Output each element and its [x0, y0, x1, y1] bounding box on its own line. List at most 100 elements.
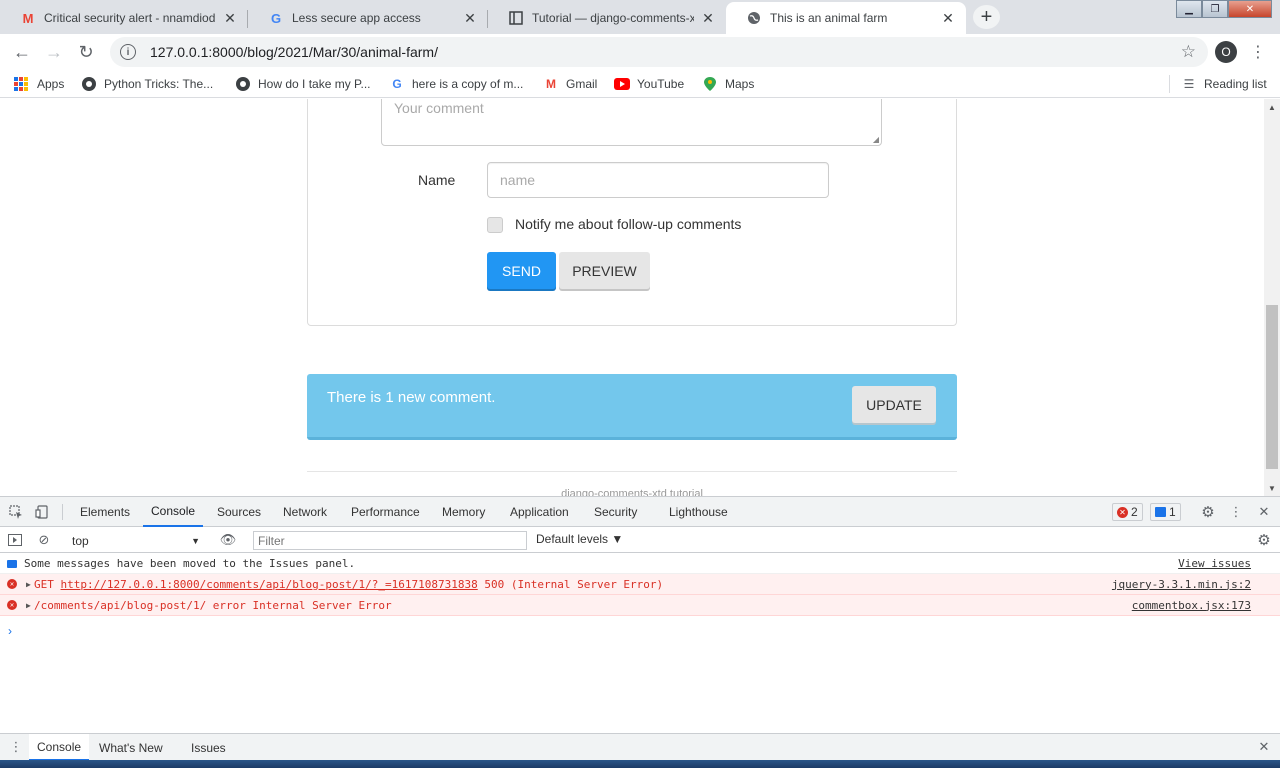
- eye-icon[interactable]: 👁: [220, 532, 237, 548]
- reading-list[interactable]: ☰ Reading list: [1181, 75, 1267, 93]
- browser-menu-icon[interactable]: ⋮: [1248, 42, 1268, 62]
- tab-gmail[interactable]: M Critical security alert - nnamdiod ✕: [0, 2, 248, 34]
- inspect-element-icon[interactable]: [8, 504, 24, 520]
- footer-divider: [307, 471, 957, 472]
- scroll-down-icon[interactable]: ▼: [1268, 484, 1276, 493]
- devtools-tab-lighthouse[interactable]: Lighthouse: [669, 497, 728, 527]
- close-icon[interactable]: ✕: [222, 10, 238, 26]
- update-button[interactable]: UPDATE: [852, 386, 936, 423]
- devtools-tab-performance[interactable]: Performance: [351, 497, 420, 527]
- devtools-tab-memory[interactable]: Memory: [442, 497, 485, 527]
- site-info-icon[interactable]: i: [120, 44, 136, 60]
- tab-title: Tutorial — django-comments-xtd: [532, 11, 694, 25]
- devtools-tab-sources[interactable]: Sources: [217, 497, 261, 527]
- drawer-close-icon[interactable]: ✕: [1256, 739, 1272, 755]
- close-icon[interactable]: ✕: [700, 10, 716, 26]
- devtools-tab-elements[interactable]: Elements: [80, 497, 130, 527]
- context-select[interactable]: top ▼: [72, 532, 204, 549]
- drawer-menu-icon[interactable]: ⋮: [8, 739, 24, 755]
- send-button[interactable]: SEND: [487, 252, 556, 289]
- bookmark-youtube[interactable]: YouTube: [614, 75, 684, 93]
- expand-arrow-icon[interactable]: ▶: [26, 580, 31, 589]
- console-settings-icon[interactable]: ⚙: [1256, 532, 1272, 549]
- settings-gear-icon[interactable]: ⚙: [1200, 504, 1216, 521]
- source-link[interactable]: jquery-3.3.1.min.js:2: [1112, 578, 1251, 591]
- back-arrow-icon[interactable]: ←: [10, 40, 34, 64]
- devtools-tab-application[interactable]: Application: [510, 497, 569, 527]
- message-count: 1: [1169, 505, 1176, 519]
- devtools-tab-security[interactable]: Security: [594, 497, 637, 527]
- message-count-badge[interactable]: 1: [1150, 503, 1181, 521]
- scrollbar-thumb[interactable]: [1266, 305, 1278, 469]
- comment-textarea[interactable]: Your comment ◢: [381, 99, 882, 146]
- tab-tutorial[interactable]: Tutorial — django-comments-xtd ✕: [488, 2, 726, 34]
- tab-strip: M Critical security alert - nnamdiod ✕ G…: [0, 0, 1280, 34]
- console-message-info: Some messages have been moved to the Iss…: [0, 554, 1280, 574]
- clear-console-icon[interactable]: ⊘: [36, 532, 52, 548]
- source-link[interactable]: commentbox.jsx:173: [1132, 599, 1251, 612]
- error-count: 2: [1131, 505, 1138, 519]
- name-label: Name: [418, 172, 456, 188]
- context-value: top: [72, 533, 89, 548]
- browser-toolbar: ← → ↻ i 127.0.0.1:8000/blog/2021/Mar/30/…: [0, 34, 1280, 70]
- alert-text: There is 1 new comment.: [327, 389, 496, 406]
- bookmark-maps[interactable]: Maps: [702, 75, 754, 93]
- bookmark-python-tricks[interactable]: Python Tricks: The...: [81, 75, 213, 93]
- new-tab-button[interactable]: +: [973, 5, 1000, 29]
- bookmark-copy[interactable]: G here is a copy of m...: [389, 75, 523, 93]
- url-text[interactable]: 127.0.0.1:8000/blog/2021/Mar/30/animal-f…: [150, 44, 1181, 60]
- request-url-link[interactable]: http://127.0.0.1:8000/comments/api/blog-…: [61, 578, 478, 591]
- maximize-icon[interactable]: ❐: [1202, 0, 1228, 18]
- forward-arrow-icon[interactable]: →: [42, 40, 66, 64]
- tab-animal-farm[interactable]: This is an animal farm ✕: [726, 2, 966, 34]
- request-method: GET: [34, 577, 54, 591]
- scroll-up-icon[interactable]: ▲: [1268, 103, 1276, 112]
- info-icon: [7, 560, 17, 568]
- window-close-icon[interactable]: ✕: [1228, 0, 1272, 18]
- maps-icon: [702, 76, 718, 92]
- reload-icon[interactable]: ↻: [74, 40, 98, 64]
- console-filter-input[interactable]: Filter: [253, 531, 527, 550]
- devtools-drawer: ⋮ Console What's New Issues ✕: [0, 733, 1280, 761]
- message-icon: [1155, 507, 1166, 517]
- bookmark-label: How do I take my P...: [258, 77, 371, 91]
- bookmark-label: Maps: [725, 77, 755, 91]
- preview-button[interactable]: PREVIEW: [559, 252, 650, 289]
- comment-placeholder: Your comment: [394, 100, 484, 116]
- default-levels-dropdown[interactable]: Default levels ▼: [536, 532, 623, 546]
- name-input[interactable]: name: [487, 162, 829, 198]
- device-toolbar-icon[interactable]: [34, 504, 50, 520]
- profile-avatar[interactable]: O: [1215, 41, 1237, 63]
- page-scrollbar[interactable]: ▲ ▼: [1264, 99, 1280, 496]
- drawer-tab-issues[interactable]: Issues: [191, 734, 226, 761]
- drawer-tab-whats-new[interactable]: What's New: [99, 734, 163, 761]
- os-taskbar: [0, 760, 1280, 768]
- error-count-badge[interactable]: ✕ 2: [1112, 503, 1143, 521]
- close-icon[interactable]: ✕: [940, 10, 956, 26]
- address-bar[interactable]: i 127.0.0.1:8000/blog/2021/Mar/30/animal…: [110, 37, 1208, 67]
- devtools-tab-network[interactable]: Network: [283, 497, 327, 527]
- tab-title: Critical security alert - nnamdiod: [44, 11, 216, 25]
- bookmark-gmail[interactable]: M Gmail: [543, 75, 597, 93]
- resize-handle-icon[interactable]: ◢: [873, 135, 879, 144]
- expand-arrow-icon[interactable]: ▶: [26, 601, 31, 610]
- close-icon[interactable]: ✕: [462, 10, 478, 26]
- drawer-tab-console[interactable]: Console: [29, 734, 90, 761]
- console-prompt-icon[interactable]: ›: [8, 624, 12, 638]
- sidebar-toggle-icon[interactable]: [7, 532, 23, 548]
- footer-text: django-comments-xtd tutorial: [561, 488, 703, 496]
- devtools-tab-console[interactable]: Console: [143, 497, 204, 527]
- tab-title: Less secure app access: [292, 11, 421, 25]
- google-icon: G: [270, 10, 282, 26]
- tab-less-secure[interactable]: G Less secure app access ✕: [248, 2, 488, 34]
- bookmark-star-icon[interactable]: ☆: [1181, 42, 1196, 62]
- minimize-icon[interactable]: ▁: [1176, 0, 1202, 18]
- window-controls: ▁ ❐ ✕: [1176, 0, 1272, 20]
- view-issues-link[interactable]: View issues: [1178, 557, 1251, 570]
- name-placeholder: name: [500, 172, 536, 188]
- devtools-menu-icon[interactable]: ⋮: [1228, 504, 1244, 520]
- devtools-close-icon[interactable]: ✕: [1256, 504, 1272, 520]
- bookmark-how-do-i[interactable]: How do I take my P...: [235, 75, 371, 93]
- notify-checkbox[interactable]: [487, 217, 503, 233]
- bookmark-apps[interactable]: Apps: [14, 75, 64, 93]
